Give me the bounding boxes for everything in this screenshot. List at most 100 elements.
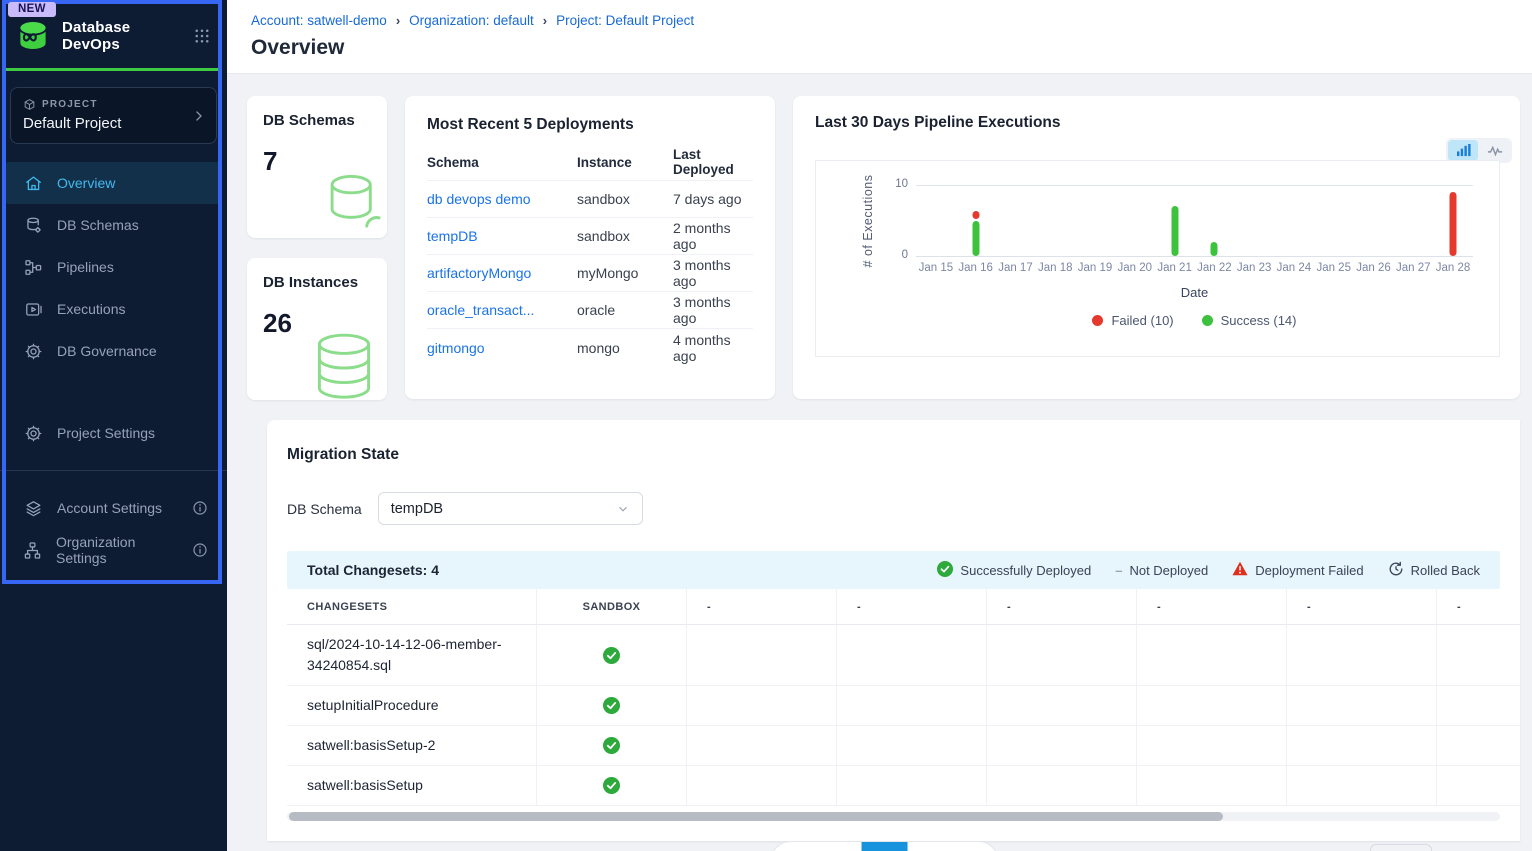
x-tick-label: Jan 24 xyxy=(1274,262,1314,274)
schema-link[interactable]: oracle_transact... xyxy=(427,302,577,318)
bar-slot-jan-20 xyxy=(1115,185,1155,256)
chart-title: Last 30 Days Pipeline Executions xyxy=(815,114,1520,132)
governance-icon xyxy=(23,341,43,361)
failed-bar xyxy=(1450,192,1457,256)
legend-item-success-14-[interactable]: Success (14) xyxy=(1202,313,1297,328)
total-changesets-label: Total Changesets: 4 xyxy=(307,562,439,578)
db-instances-card: DB Instances 26 xyxy=(247,258,387,400)
column-header: - xyxy=(987,589,1137,625)
sidebar-item-overview[interactable]: Overview xyxy=(5,162,222,204)
x-tick-label: Jan 22 xyxy=(1194,262,1234,274)
changesets-table-header: CHANGESETSSANDBOX------ xyxy=(287,589,1520,625)
per-page-select[interactable]: 10 xyxy=(1370,844,1432,851)
sidebar-item-label: Overview xyxy=(57,175,115,191)
sidebar-nav-secondary: Project Settings xyxy=(0,412,227,454)
check-circle-icon xyxy=(603,697,620,714)
sidebar-item-organization-settings[interactable]: Organization Settings xyxy=(5,529,222,571)
bar-slot-jan-19 xyxy=(1075,185,1115,256)
content: DB Schemas 7 DB Instances 26 xyxy=(227,74,1532,851)
db-schema-select[interactable]: tempDB xyxy=(378,492,643,525)
account-icon xyxy=(23,498,43,518)
changeset-name-cell: setupInitialProcedure xyxy=(287,686,537,726)
database-icon xyxy=(23,215,43,235)
bar-slot-jan-17 xyxy=(996,185,1036,256)
legend-dot-icon xyxy=(1092,315,1103,326)
sidebar-divider xyxy=(0,470,227,471)
instance-cell: myMongo xyxy=(577,265,673,281)
sidebar-item-db-schemas[interactable]: DB Schemas xyxy=(5,204,222,246)
x-tick-label: Jan 17 xyxy=(996,262,1036,274)
bar-slot-jan-27 xyxy=(1393,185,1433,256)
schema-link[interactable]: db devops demo xyxy=(427,191,577,207)
bar-chart-toggle-icon[interactable] xyxy=(1448,140,1478,161)
deployment-row: artifactoryMongomyMongo3 months ago xyxy=(427,255,753,292)
x-tick-label: Jan 27 xyxy=(1393,262,1433,274)
empty-cell xyxy=(1287,726,1437,766)
empty-cell xyxy=(837,625,987,686)
empty-cell xyxy=(687,625,837,686)
new-badge: NEW xyxy=(8,2,56,17)
legend-item-failed-10-[interactable]: Failed (10) xyxy=(1092,313,1173,328)
empty-cell xyxy=(837,726,987,766)
changeset-row: sql/2024-10-14-12-06-member-34240854.sql xyxy=(287,625,1520,686)
status-legend-not-deployed: –Not Deployed xyxy=(1115,563,1208,578)
status-legend-label: Not Deployed xyxy=(1129,563,1208,578)
breadcrumb-link[interactable]: Project: Default Project xyxy=(556,13,694,28)
executions-icon xyxy=(23,299,43,319)
migration-state-panel: Migration State DB Schema tempDB Total C… xyxy=(267,420,1520,841)
sidebar-item-label: DB Schemas xyxy=(57,217,139,233)
column-header: - xyxy=(837,589,987,625)
sidebar-item-executions[interactable]: Executions xyxy=(5,288,222,330)
sidebar-item-label: Pipelines xyxy=(57,259,114,275)
empty-cell xyxy=(1437,625,1520,686)
info-icon[interactable] xyxy=(192,542,208,558)
deployment-row: oracle_transact...oracle3 months ago xyxy=(427,292,753,329)
deployment-row: db devops demosandbox7 days ago xyxy=(427,181,753,218)
total-changesets-bar: Total Changesets: 4 Successfully Deploye… xyxy=(287,551,1500,589)
y-tick-10: 10 xyxy=(878,178,908,190)
deployment-row: gitmongomongo4 months ago xyxy=(427,329,753,366)
schema-link[interactable]: gitmongo xyxy=(427,340,577,356)
prev-button[interactable]: ← Prev xyxy=(771,842,861,851)
bar-slot-jan-23 xyxy=(1234,185,1274,256)
next-button[interactable]: Next → xyxy=(907,842,997,851)
empty-cell xyxy=(1287,625,1437,686)
info-icon[interactable] xyxy=(192,500,208,516)
success-bar xyxy=(1171,206,1178,256)
scrollbar-thumb[interactable] xyxy=(289,812,1223,821)
empty-cell xyxy=(837,766,987,806)
sidebar-item-db-governance[interactable]: DB Governance xyxy=(5,330,222,372)
last-deployed-cell: 2 months ago xyxy=(673,220,753,252)
gear-icon xyxy=(23,423,43,443)
schema-link[interactable]: artifactoryMongo xyxy=(427,265,577,281)
apps-grid-icon[interactable] xyxy=(193,27,211,45)
line-chart-toggle-icon[interactable] xyxy=(1480,140,1510,161)
sidebar-nav: Overview DB Schemas Pipelines ExecutionsDB … xyxy=(0,162,227,372)
sidebar-item-pipelines[interactable]: Pipelines xyxy=(5,246,222,288)
sidebar-item-account-settings[interactable]: Account Settings xyxy=(5,487,222,529)
schema-link[interactable]: tempDB xyxy=(427,228,577,244)
warning-triangle-icon xyxy=(1232,561,1248,579)
column-header: - xyxy=(1437,589,1520,625)
column-header: Schema xyxy=(427,155,577,170)
x-tick-label: Jan 21 xyxy=(1155,262,1195,274)
breadcrumb-link[interactable]: Account: satwell-demo xyxy=(251,13,387,28)
chart-legend: Failed (10) Success (14) xyxy=(916,313,1473,328)
project-selector[interactable]: PROJECT Default Project xyxy=(10,87,217,144)
chart-plot: # of Executions 10 0 Jan 15Jan 16Jan 17J… xyxy=(815,160,1500,357)
sidebar-item-project-settings[interactable]: Project Settings xyxy=(5,412,222,454)
status-legend-rolled-back: Rolled Back xyxy=(1388,561,1480,580)
empty-cell xyxy=(1287,766,1437,806)
changeset-row: satwell:basisSetup xyxy=(287,766,1520,806)
page-1-button[interactable]: 1 xyxy=(861,842,907,851)
column-header: - xyxy=(1287,589,1437,625)
x-tick-label: Jan 18 xyxy=(1035,262,1075,274)
column-header: - xyxy=(687,589,837,625)
rollback-icon xyxy=(1388,561,1404,580)
empty-cell xyxy=(1137,726,1287,766)
pagination: 4 of 4 ← Prev 1 Next → Show xyxy=(287,841,1500,851)
last-deployed-cell: 7 days ago xyxy=(673,191,753,207)
pipeline-executions-card: Last 30 Days Pipeline Executions xyxy=(793,96,1520,399)
breadcrumb-separator-icon: › xyxy=(396,13,400,28)
breadcrumb-link[interactable]: Organization: default xyxy=(409,13,534,28)
